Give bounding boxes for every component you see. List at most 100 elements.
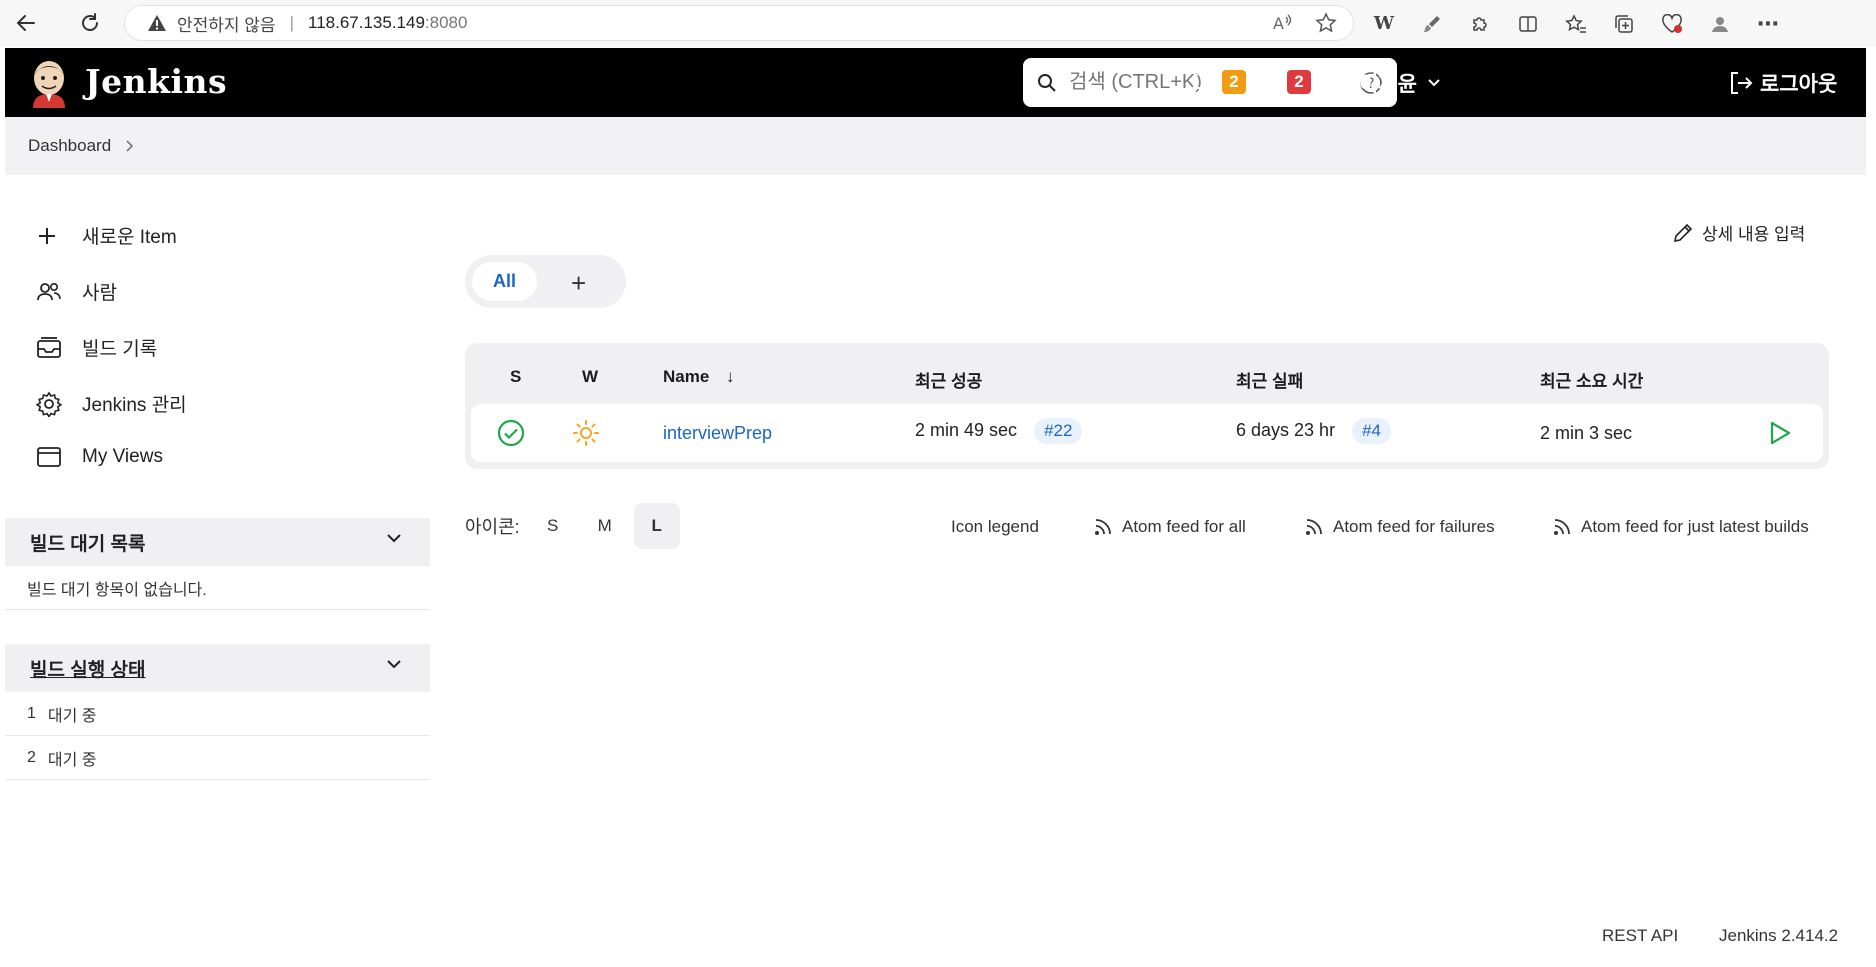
address-bar[interactable]: 안전하지 않음 | 118.67.135.149:8080 A — [124, 5, 1354, 41]
profile-icon[interactable] — [1706, 10, 1734, 38]
warning-icon[interactable] — [147, 14, 167, 32]
last-failure-cell: 6 days 23 hr #4 — [1236, 418, 1391, 444]
last-success-build-link[interactable]: #22 — [1034, 418, 1083, 444]
sunny-weather-icon[interactable] — [572, 419, 600, 447]
header-name[interactable]: Name ↓ — [663, 367, 735, 387]
feed-failures-label[interactable]: Atom feed for failures — [1333, 517, 1495, 537]
job-table: S W Name ↓ 최근 성공 최근 실패 최근 소요 시간 intervie… — [465, 343, 1829, 469]
header-name-label[interactable]: Name — [663, 367, 709, 386]
header-last-success[interactable]: 최근 성공 — [915, 367, 982, 392]
icon-size-large[interactable]: L — [633, 503, 680, 549]
chevron-down-icon[interactable] — [386, 658, 402, 670]
notifications-button[interactable]: 2 — [1190, 68, 1246, 96]
read-aloud-icon[interactable]: A — [1271, 12, 1293, 39]
view-tabs: All + — [465, 255, 626, 308]
jenkins-title[interactable]: Jenkins — [85, 62, 227, 101]
favorite-star-icon[interactable] — [1315, 12, 1337, 39]
task-label[interactable]: 새로운 Item — [82, 222, 177, 249]
favorites-icon[interactable] — [1562, 10, 1590, 38]
feed-all-label[interactable]: Atom feed for all — [1122, 517, 1246, 537]
puzzle-extension-icon[interactable] — [1466, 10, 1494, 38]
executor-row: 2 대기 중 — [5, 736, 430, 780]
add-view-button[interactable]: + — [571, 268, 586, 299]
build-queue-empty-text: 빌드 대기 항목이 없습니다. — [27, 581, 207, 599]
search-icon — [1038, 73, 1056, 92]
task-build-history[interactable]: 빌드 기록 — [36, 334, 157, 361]
task-people[interactable]: 사람 — [36, 278, 117, 305]
task-my-views[interactable]: My Views — [36, 446, 163, 468]
task-manage-jenkins[interactable]: Jenkins 관리 — [36, 390, 187, 417]
wiki-extension-icon[interactable]: W — [1370, 10, 1398, 38]
url-host: 118.67.135.149 — [308, 13, 425, 32]
url-separator: | — [289, 13, 294, 32]
edit-description-link[interactable]: 상세 내용 입력 — [1672, 220, 1805, 245]
breadcrumb: Dashboard — [5, 117, 1866, 175]
notifications-badge: 2 — [1222, 70, 1246, 94]
task-label[interactable]: 사람 — [82, 278, 117, 305]
icon-legend-label[interactable]: Icon legend — [951, 517, 1039, 537]
task-new-item[interactable]: 새로운 Item — [36, 222, 177, 249]
sort-arrow-icon[interactable]: ↓ — [726, 367, 735, 386]
brush-extension-icon[interactable] — [1418, 10, 1446, 38]
build-history-icon — [36, 336, 70, 359]
insecure-label[interactable]: 안전하지 않음 — [177, 11, 276, 36]
feed-latest-label[interactable]: Atom feed for just latest builds — [1581, 517, 1809, 537]
chevron-down-icon[interactable] — [1427, 78, 1441, 88]
security-button[interactable]: 2 — [1255, 68, 1311, 96]
build-queue-title: 빌드 대기 목록 — [30, 533, 146, 555]
job-link-interviewprep[interactable]: interviewPrep — [663, 423, 772, 443]
play-build-icon[interactable] — [1768, 420, 1792, 446]
pencil-icon — [1673, 223, 1693, 242]
edit-description-label[interactable]: 상세 내용 입력 — [1702, 220, 1805, 245]
chevron-right-icon[interactable] — [125, 139, 135, 153]
executor-number: 1 — [27, 704, 36, 722]
people-icon — [36, 281, 70, 303]
more-menu-icon[interactable]: ⋯ — [1754, 10, 1782, 38]
icon-size-medium[interactable]: M — [582, 503, 628, 549]
executors-title[interactable]: 빌드 실행 상태 — [30, 655, 145, 682]
user-menu[interactable]: 이재윤 — [1325, 68, 1441, 98]
logout-icon — [1731, 72, 1753, 94]
svg-text:A: A — [1273, 14, 1284, 33]
executor-row: 1 대기 중 — [5, 692, 430, 736]
last-failure-build-link[interactable]: #4 — [1352, 418, 1391, 444]
icon-legend-link[interactable]: Icon legend — [951, 517, 1039, 537]
task-label[interactable]: Jenkins 관리 — [82, 390, 187, 417]
jenkins-header: Jenkins ? 2 2 이재윤 로그아웃 — [5, 48, 1866, 117]
jenkins-logo-icon[interactable] — [29, 58, 69, 108]
user-name[interactable]: 이재윤 — [1359, 68, 1417, 98]
executor-number: 2 — [27, 748, 36, 766]
feed-latest-link[interactable]: Atom feed for just latest builds — [1553, 517, 1809, 537]
build-queue-header[interactable]: 빌드 대기 목록 — [5, 518, 430, 566]
logout-label[interactable]: 로그아웃 — [1760, 68, 1837, 98]
refresh-button[interactable] — [72, 5, 108, 41]
rss-icon — [1095, 519, 1111, 535]
chevron-down-icon[interactable] — [386, 532, 402, 544]
feed-all-link[interactable]: Atom feed for all — [1094, 517, 1246, 537]
executors-header[interactable]: 빌드 실행 상태 — [5, 644, 430, 692]
rss-icon — [1306, 519, 1322, 535]
user-icon — [1326, 71, 1350, 95]
task-label[interactable]: 빌드 기록 — [82, 334, 157, 361]
health-icon[interactable] — [1658, 10, 1686, 38]
shield-alert-icon — [1257, 68, 1279, 96]
jenkins-version-link[interactable]: Jenkins 2.414.2 — [1719, 926, 1838, 946]
rest-api-link[interactable]: REST API — [1602, 926, 1678, 946]
breadcrumb-dashboard[interactable]: Dashboard — [28, 136, 111, 156]
header-weather[interactable]: W — [582, 367, 598, 387]
feed-failures-link[interactable]: Atom feed for failures — [1305, 517, 1495, 537]
icon-size-small[interactable]: S — [530, 503, 576, 549]
plus-icon — [36, 225, 70, 247]
header-last-failure[interactable]: 최근 실패 — [1236, 367, 1303, 392]
header-status[interactable]: S — [510, 367, 521, 387]
browser-toolbar: 안전하지 않음 | 118.67.135.149:8080 A W ⋯ — [0, 0, 1876, 47]
collections-icon[interactable] — [1610, 10, 1638, 38]
header-last-duration[interactable]: 최근 소요 시간 — [1540, 367, 1643, 392]
logout-button[interactable]: 로그아웃 — [1728, 68, 1837, 98]
success-status-icon[interactable] — [497, 419, 525, 447]
split-screen-icon[interactable] — [1514, 10, 1542, 38]
tab-all[interactable]: All — [472, 262, 537, 301]
task-label[interactable]: My Views — [82, 446, 163, 468]
back-button[interactable] — [8, 5, 44, 41]
executor-status: 대기 중 — [47, 751, 97, 769]
